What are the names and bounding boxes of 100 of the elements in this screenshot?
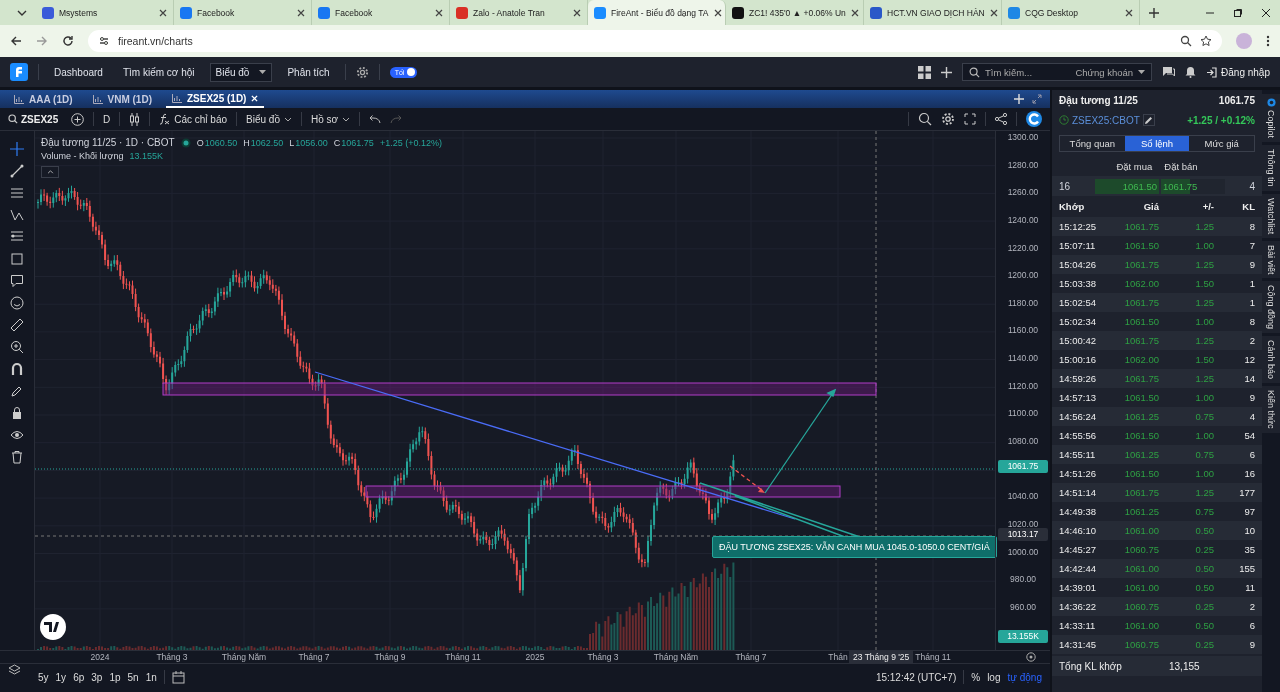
close-icon[interactable] <box>989 8 998 17</box>
trash-icon[interactable] <box>10 450 24 464</box>
magnet-icon[interactable] <box>10 362 24 376</box>
ruler-icon[interactable] <box>10 318 24 332</box>
add-icon[interactable] <box>1014 94 1024 104</box>
back-icon[interactable] <box>10 35 22 47</box>
panel-tab[interactable]: Mức giá <box>1189 136 1254 151</box>
support-zone[interactable] <box>365 485 841 498</box>
dashed-arrow[interactable] <box>729 465 765 493</box>
range-button[interactable]: 1y <box>55 671 67 683</box>
rectangle-icon[interactable] <box>10 252 24 266</box>
close-icon[interactable] <box>159 8 167 17</box>
redo-icon[interactable] <box>390 114 403 124</box>
scale-option[interactable]: tự động <box>1007 671 1042 683</box>
restore-icon[interactable] <box>1233 7 1243 18</box>
site-info-icon[interactable] <box>98 35 110 47</box>
app-logo[interactable] <box>10 63 28 81</box>
trend-line-icon[interactable] <box>10 164 24 178</box>
settings-icon[interactable] <box>355 65 369 79</box>
bell-icon[interactable] <box>1185 66 1197 78</box>
side-tab[interactable]: Cảnh báo <box>1262 336 1280 384</box>
indicators-button[interactable]: Các chỉ báo <box>159 113 228 125</box>
undo-icon[interactable] <box>369 114 382 124</box>
chart-tab[interactable]: ZSEX25 (1D) <box>165 90 265 108</box>
menu-icon[interactable] <box>1266 35 1270 47</box>
search-field[interactable]: Tìm kiếm... Chứng khoán <box>962 63 1153 81</box>
panel-tab[interactable]: Tổng quan <box>1060 136 1125 151</box>
lock-icon[interactable] <box>10 406 24 420</box>
layers-icon[interactable] <box>8 663 21 677</box>
scale-option[interactable]: % <box>971 671 981 683</box>
nav-item[interactable]: Tìm kiếm cơ hội <box>117 63 200 81</box>
chat-icon[interactable] <box>1162 66 1176 78</box>
forward-icon[interactable] <box>36 35 48 47</box>
side-tab[interactable]: Kiến thức <box>1262 386 1280 433</box>
parallel-lines-icon[interactable] <box>10 186 24 200</box>
side-tab[interactable]: Cộng đồng <box>1262 281 1280 334</box>
close-icon[interactable] <box>850 8 859 17</box>
range-button[interactable]: 5n <box>127 671 139 683</box>
nav-item[interactable]: Biểu đồ <box>209 62 273 82</box>
add-symbol-icon[interactable] <box>71 112 84 126</box>
star-icon[interactable] <box>1200 35 1212 47</box>
pattern-icon[interactable] <box>10 208 24 222</box>
symbol-code[interactable]: ZSEX25:CBOT <box>1072 114 1140 126</box>
share-icon[interactable] <box>995 113 1007 125</box>
search-scope-dropdown[interactable]: Chứng khoán <box>1075 66 1134 78</box>
nav-item[interactable]: Phân tích <box>282 63 335 81</box>
side-tab[interactable]: Bài viết <box>1262 240 1280 279</box>
profile-menu-button[interactable]: Hồ sơ <box>310 113 351 125</box>
edit-button[interactable] <box>1142 114 1155 126</box>
zoom-icon[interactable] <box>918 112 932 126</box>
reload-icon[interactable] <box>62 35 74 47</box>
trend-line[interactable] <box>314 371 796 520</box>
range-button[interactable]: 1n <box>145 671 157 683</box>
candles-icon[interactable] <box>129 112 141 126</box>
close-icon[interactable] <box>1261 7 1271 18</box>
eye-icon[interactable] <box>10 428 24 442</box>
settings-icon[interactable] <box>941 112 955 126</box>
zoom-icon[interactable] <box>1180 35 1192 47</box>
interval-button[interactable]: D <box>103 113 111 125</box>
browser-tab[interactable]: FireAnt - Biểu đồ dạng TA <box>588 0 726 25</box>
axis-settings-icon[interactable] <box>1026 652 1036 662</box>
add-icon[interactable] <box>941 66 953 78</box>
close-icon[interactable] <box>573 8 581 17</box>
trade-change: 1.25 <box>1194 373 1214 384</box>
annotation-label[interactable]: ĐẬU TƯƠNG ZSEX25: VẪN CANH MUA 1045.0-1050.0 CENT/GIÁ <box>712 536 997 558</box>
panel-tab[interactable]: Sổ lệnh <box>1124 136 1190 151</box>
fib-levels-icon[interactable] <box>10 230 24 244</box>
symbol-search-field[interactable]: ZSEX25 <box>8 113 62 125</box>
expand-icon[interactable] <box>1032 94 1042 104</box>
brand-logo[interactable] <box>1026 111 1042 127</box>
target-arrow[interactable] <box>764 388 837 494</box>
range-button[interactable]: 1p <box>109 671 121 683</box>
nav-item[interactable]: Dashboard <box>49 63 108 81</box>
order-book-header: Đặt mua <box>1116 160 1153 172</box>
close-icon[interactable] <box>435 8 443 17</box>
close-icon[interactable] <box>713 8 722 17</box>
address-bar[interactable]: fireant.vn/charts <box>88 30 1222 52</box>
range-button[interactable]: 5y <box>38 671 49 683</box>
side-tab[interactable]: Watchlist <box>1262 193 1280 238</box>
pencil-icon[interactable] <box>10 384 24 398</box>
chart-tab[interactable]: AAA (1D) <box>8 90 79 108</box>
close-icon[interactable] <box>1125 8 1133 17</box>
chart-tab[interactable]: VNM (1D) <box>86 90 158 108</box>
new-tab-icon[interactable] <box>1148 6 1160 19</box>
login-button[interactable]: Đăng nhập <box>1206 66 1270 78</box>
range-button[interactable]: 3p <box>91 671 103 683</box>
collapse-button[interactable] <box>41 166 59 178</box>
chart-menu-button[interactable]: Biểu đồ <box>246 113 292 125</box>
side-tab[interactable]: Thông tin <box>1262 145 1280 191</box>
zoom-in-icon[interactable] <box>10 340 24 354</box>
close-icon[interactable] <box>297 8 305 17</box>
range-button[interactable]: 6p <box>73 671 85 683</box>
layout-grid-icon[interactable] <box>918 65 932 79</box>
crosshair-icon[interactable] <box>10 142 24 156</box>
fullscreen-icon[interactable] <box>964 113 976 125</box>
calendar-icon[interactable] <box>171 670 185 684</box>
side-tab[interactable]: Copilot <box>1262 94 1280 142</box>
scale-option[interactable]: log <box>987 671 1001 683</box>
smiley-icon[interactable] <box>10 296 24 310</box>
comment-icon[interactable] <box>10 274 24 288</box>
